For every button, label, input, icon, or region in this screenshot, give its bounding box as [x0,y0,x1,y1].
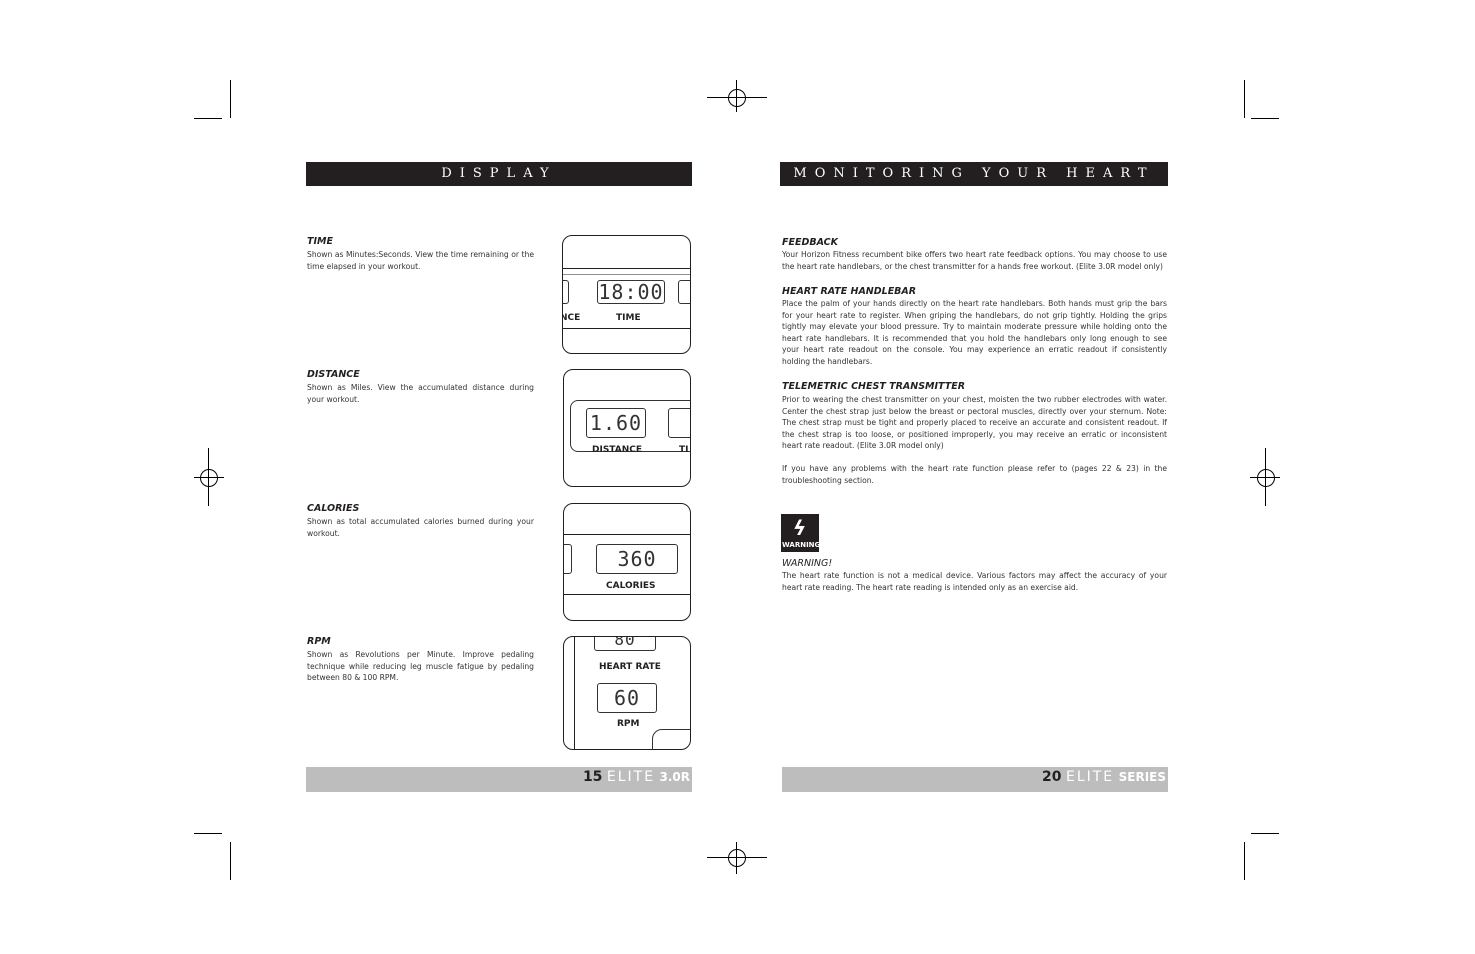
section-header-heart-rate: MONITORING YOUR HEART RATE [780,162,1168,205]
distance-lcd: 1.60 [586,408,646,438]
registration-mark [1257,469,1275,487]
section-title-calories: CALORIES [307,503,360,514]
display-label: DISTANCE [592,445,642,455]
brand: ELITE [606,769,656,785]
section-body-time: Shown as Minutes:Seconds. View the time … [307,250,534,271]
warning-title: WARNING! [782,558,833,569]
rpm-display-illustration: 80 HEART RATE 60 RPM [563,636,691,750]
crop-mark [194,118,222,119]
display-label: CALORIES [606,581,656,591]
crop-mark [1251,833,1279,834]
section-body-chest-transmitter: Prior to wearing the chest transmitter o… [782,395,1167,451]
distance-display-illustration: 1.60 DISTANCE TI [563,369,691,487]
section-title-rpm: RPM [307,636,331,647]
section-body-handlebar: Place the palm of your hands directly on… [782,299,1167,366]
section-body-distance: Shown as Miles. View the accumulated dis… [307,383,534,404]
page-number: 20 [1042,769,1062,785]
page-footer-right: 20 ELITE SERIES [782,767,1168,792]
display-label: HEART RATE [599,662,661,672]
warning-icon-label: WARNING [782,541,821,549]
registration-mark [728,849,746,867]
section-title-distance: DISTANCE [307,369,360,380]
crop-mark [1244,80,1245,118]
calories-lcd: 360 [596,544,678,574]
crop-mark [230,842,231,880]
crop-mark [230,80,231,118]
warning-body: The heart rate function is not a medical… [782,571,1167,592]
section-title-feedback: FEEDBACK [782,237,838,248]
calories-display-illustration: 360 CALORIES [563,503,691,621]
page-number: 15 [582,769,603,785]
display-label: TIME [616,313,641,323]
manual-spread: DISPLAY TIME Shown as Minutes:Seconds. V… [0,0,1475,954]
section-body-feedback: Your Horizon Fitness recumbent bike offe… [782,250,1167,271]
time-lcd: 18:00 [597,280,665,304]
section-title-handlebar: HEART RATE HANDLEBAR [782,286,917,297]
heart-rate-lcd: 80 [594,637,656,651]
section-body-rpm: Shown as Revolutions per Minute. Improve… [307,650,534,683]
crop-mark [1251,118,1279,119]
model: SERIES [1118,770,1166,784]
section-header-display: DISPLAY [306,162,692,186]
brand: ELITE [1065,769,1115,785]
display-label: RPM [617,719,640,729]
time-display-illustration: 18:00 NCE TIME [562,235,691,354]
crop-mark [194,833,222,834]
display-label: NCE [562,313,581,323]
rpm-lcd: 60 [597,683,657,713]
model: 3.0R [659,770,691,784]
registration-mark [200,469,218,487]
registration-mark [728,89,746,107]
page-footer-left: 15 ELITE 3.0R [306,767,692,792]
warning-icon: ϟ WARNING [781,514,821,552]
display-label: TI [679,445,689,455]
section-title-chest-transmitter: TELEMETRIC CHEST TRANSMITTER [782,381,966,392]
troubleshooting-note: If you have any problems with the heart … [782,464,1167,485]
crop-mark [1244,842,1245,880]
section-body-calories: Shown as total accumulated calories burn… [307,517,534,538]
section-title-time: TIME [307,236,333,247]
